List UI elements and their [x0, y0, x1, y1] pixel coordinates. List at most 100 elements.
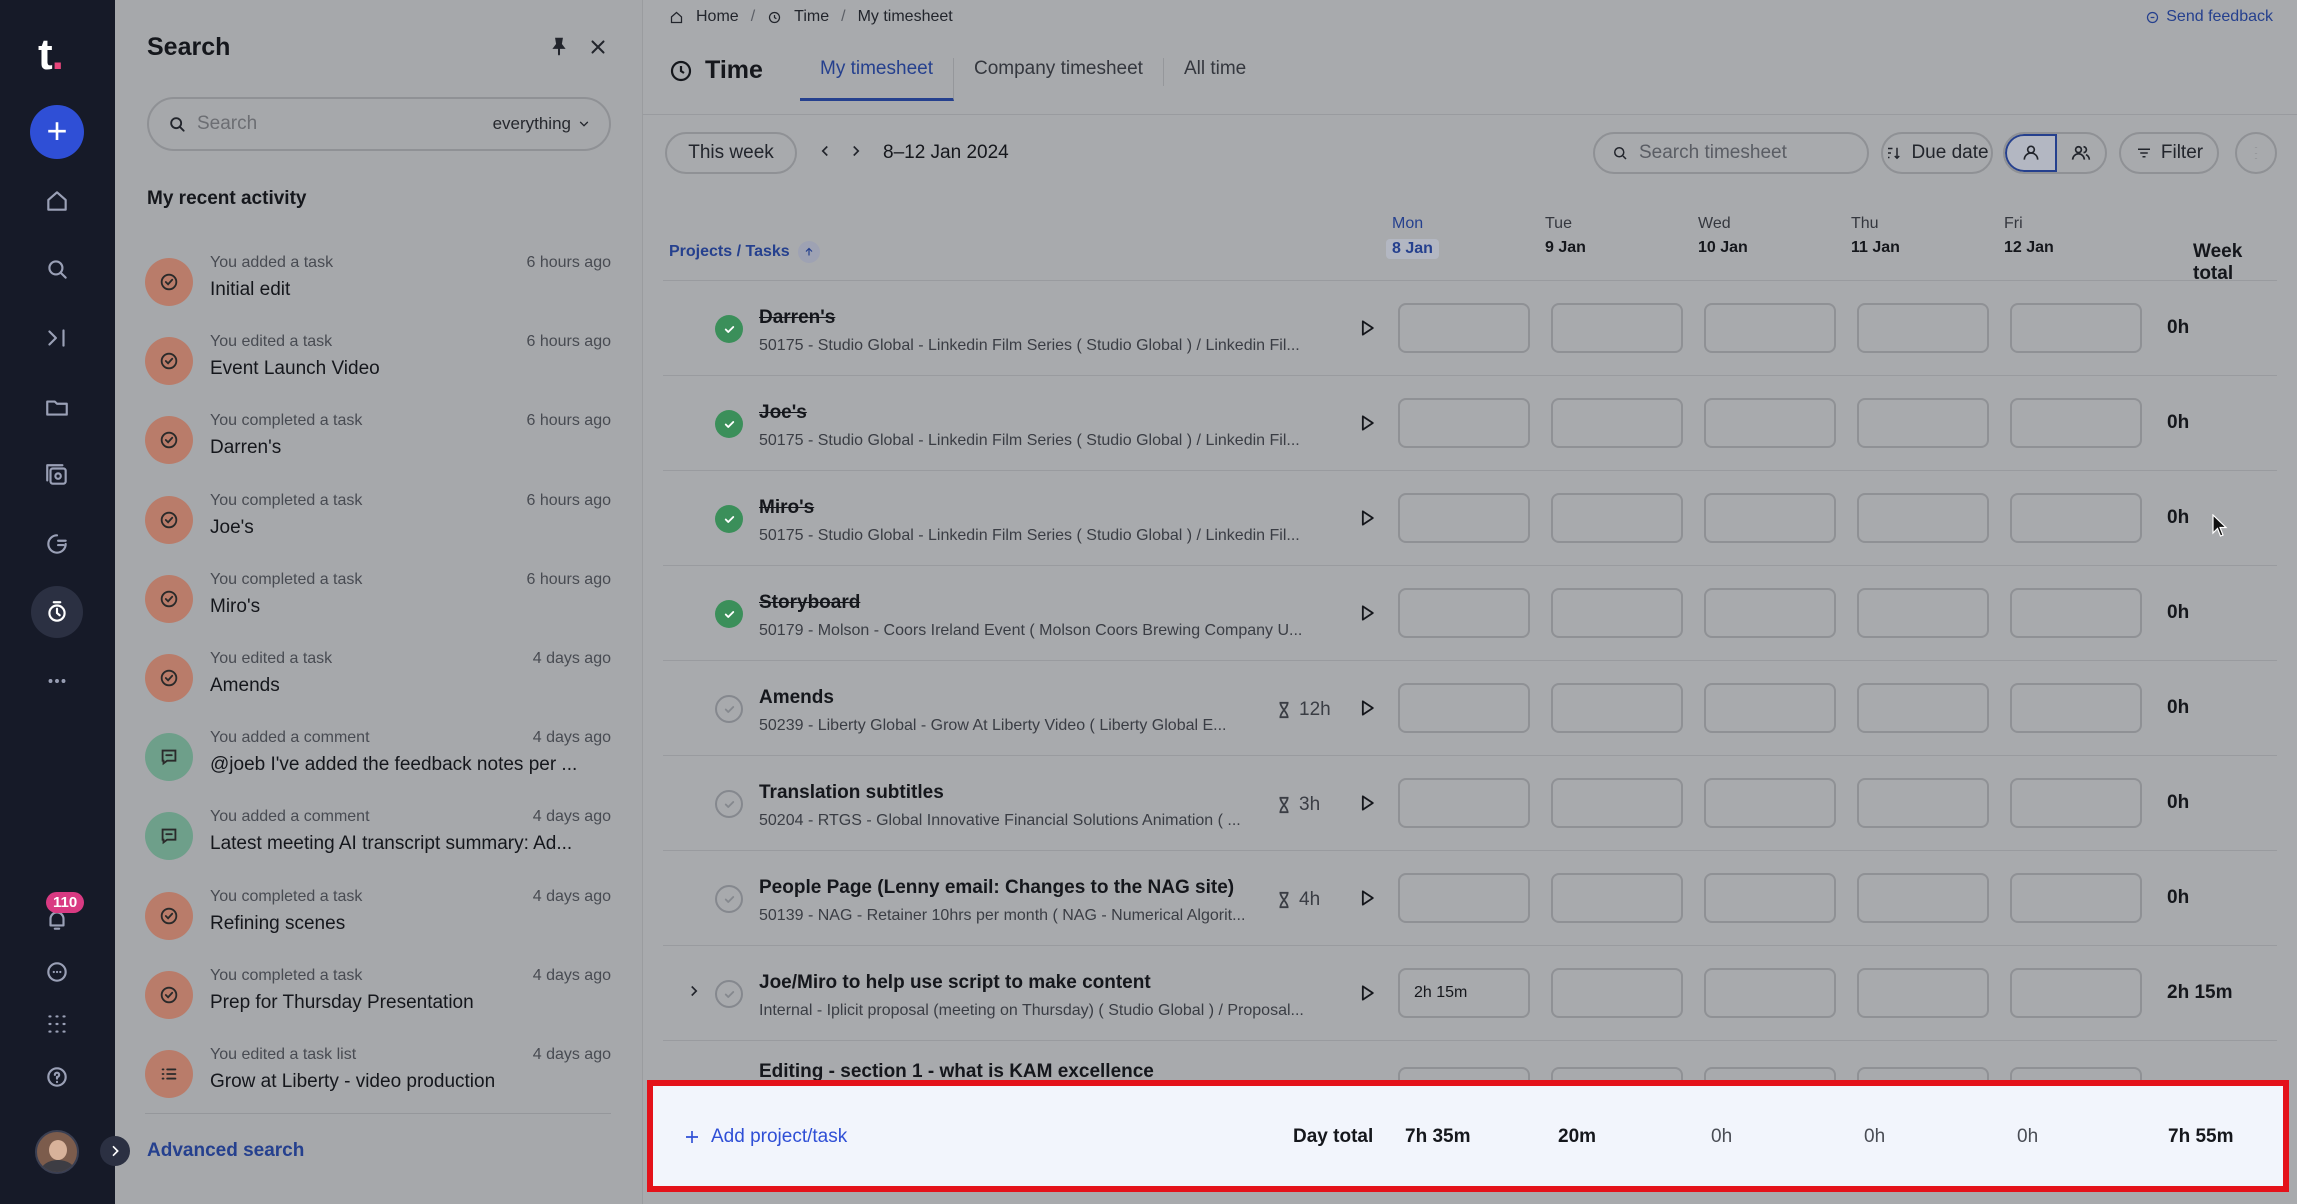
close-icon[interactable]	[587, 36, 609, 58]
time-entry-cell[interactable]	[1857, 398, 1989, 448]
task-name[interactable]: Storyboard	[759, 592, 860, 614]
gallery-icon[interactable]	[31, 449, 83, 501]
time-entry-cell[interactable]	[1398, 493, 1530, 543]
send-feedback-link[interactable]: Send feedback	[2145, 8, 2273, 26]
time-entry-cell[interactable]	[1551, 1067, 1683, 1081]
activity-item[interactable]: You added a comment 4 days ago @joeb I've …	[145, 727, 611, 797]
time-entry-cell[interactable]	[2010, 493, 2142, 543]
time-entry-cell[interactable]	[1551, 873, 1683, 923]
task-complete-checkbox[interactable]	[715, 600, 743, 628]
time-entry-cell[interactable]	[2010, 1067, 2142, 1081]
jump-icon[interactable]	[31, 312, 83, 364]
time-entry-cell[interactable]	[1857, 873, 1989, 923]
tab-my-timesheet[interactable]: My timesheet	[800, 58, 954, 101]
this-week-button[interactable]: This week	[665, 132, 797, 174]
time-entry-cell[interactable]	[1857, 778, 1989, 828]
more-icon[interactable]	[31, 655, 83, 707]
activity-item[interactable]: You added a task 6 hours ago Initial edit	[145, 252, 611, 322]
time-entry-cell[interactable]	[2010, 873, 2142, 923]
time-entry-cell[interactable]	[1857, 968, 1989, 1018]
create-new-button[interactable]: +	[30, 105, 84, 159]
task-name[interactable]: Joe's	[759, 402, 807, 424]
start-timer-button[interactable]	[1357, 318, 1379, 340]
my-view-toggle[interactable]	[2005, 134, 2057, 172]
time-entry-cell[interactable]	[1857, 1067, 1989, 1081]
help-icon[interactable]	[31, 1051, 83, 1103]
time-entry-cell[interactable]	[1551, 588, 1683, 638]
time-entry-cell[interactable]	[1551, 778, 1683, 828]
app-logo[interactable]: t.	[38, 30, 64, 80]
time-entry-cell[interactable]	[1857, 588, 1989, 638]
task-complete-checkbox[interactable]	[715, 980, 743, 1008]
home-icon[interactable]	[31, 175, 83, 227]
projects-tasks-header[interactable]: Projects / Tasks	[669, 241, 820, 263]
time-entry-cell[interactable]	[1398, 683, 1530, 733]
task-name[interactable]: Joe/Miro to help use script to make cont…	[759, 972, 1151, 994]
start-timer-button[interactable]	[1357, 983, 1379, 1005]
time-entry-cell[interactable]	[1551, 493, 1683, 543]
refresh-chat-icon[interactable]	[31, 518, 83, 570]
tab-all-time[interactable]: All time	[1164, 58, 1266, 86]
apps-grid-icon[interactable]	[31, 998, 83, 1050]
activity-item[interactable]: You edited a task 6 hours ago Event Launch…	[145, 331, 611, 401]
search-scope-dropdown[interactable]: everything	[493, 114, 591, 134]
activity-item[interactable]: You completed a task 4 days ago Refining s…	[145, 886, 611, 956]
time-entry-cell[interactable]	[1398, 778, 1530, 828]
time-entry-cell[interactable]	[1857, 493, 1989, 543]
task-complete-checkbox[interactable]	[715, 885, 743, 913]
breadcrumb-time[interactable]: Time	[794, 8, 829, 26]
add-project-task-button[interactable]: Add project/task	[683, 1126, 847, 1148]
filter-button[interactable]: Filter	[2119, 132, 2219, 174]
time-entry-cell[interactable]	[1704, 398, 1836, 448]
task-name[interactable]: Miro's	[759, 497, 814, 519]
breadcrumb-home[interactable]: Home	[696, 8, 739, 26]
activity-item[interactable]: You completed a task 6 hours ago Joe's	[145, 490, 611, 560]
time-entry-cell[interactable]	[1551, 968, 1683, 1018]
search-icon[interactable]	[31, 243, 83, 295]
search-input[interactable]	[197, 113, 493, 135]
time-entry-cell[interactable]	[1551, 683, 1683, 733]
time-entry-cell[interactable]	[1398, 303, 1530, 353]
time-entry-cell[interactable]	[1551, 303, 1683, 353]
time-entry-cell[interactable]	[1398, 873, 1530, 923]
time-entry-cell[interactable]	[1857, 683, 1989, 733]
activity-item[interactable]: You completed a task 6 hours ago Darren's	[145, 410, 611, 480]
sort-due-date-button[interactable]: Due date	[1881, 132, 1993, 174]
time-entry-cell[interactable]	[1551, 398, 1683, 448]
task-name[interactable]: Editing - section 1 - what is KAM excell…	[759, 1061, 1154, 1081]
time-entry-cell[interactable]	[2010, 303, 2142, 353]
time-entry-cell[interactable]	[2010, 968, 2142, 1018]
task-name[interactable]: Amends	[759, 687, 834, 709]
task-complete-checkbox[interactable]	[715, 410, 743, 438]
task-complete-checkbox[interactable]	[715, 695, 743, 723]
time-entry-cell[interactable]	[1398, 1067, 1530, 1081]
time-entry-cell[interactable]	[1704, 778, 1836, 828]
activity-item[interactable]: You added a comment 4 days ago Latest meet…	[145, 806, 611, 876]
expand-row-button[interactable]	[685, 982, 707, 1004]
time-entry-cell[interactable]	[1704, 493, 1836, 543]
time-entry-cell[interactable]	[1857, 303, 1989, 353]
time-entry-cell[interactable]	[1398, 398, 1530, 448]
next-week-button[interactable]	[847, 142, 867, 164]
start-timer-button[interactable]	[1357, 508, 1379, 530]
activity-item[interactable]: You completed a task 6 hours ago Miro's	[145, 569, 611, 639]
more-options-button[interactable]	[2235, 132, 2277, 174]
task-complete-checkbox[interactable]	[715, 790, 743, 818]
start-timer-button[interactable]	[1357, 603, 1379, 625]
time-entry-cell[interactable]	[1704, 873, 1836, 923]
time-entry-cell[interactable]	[1704, 303, 1836, 353]
time-entry-cell[interactable]	[1398, 588, 1530, 638]
time-entry-cell[interactable]	[1704, 588, 1836, 638]
time-entry-cell[interactable]	[1704, 968, 1836, 1018]
task-name[interactable]: Darren's	[759, 307, 835, 329]
pin-icon[interactable]	[548, 36, 570, 58]
time-entry-cell[interactable]	[2010, 778, 2142, 828]
time-entry-cell[interactable]: 2h 15m	[1398, 968, 1530, 1018]
activity-item[interactable]: You edited a task 4 days ago Amends	[145, 648, 611, 718]
activity-item[interactable]: You completed a task 4 days ago Prep for T…	[145, 965, 611, 1035]
folder-icon[interactable]	[31, 381, 83, 433]
expand-panel-button[interactable]	[100, 1136, 130, 1166]
task-complete-checkbox[interactable]	[715, 505, 743, 533]
time-entry-cell[interactable]	[2010, 683, 2142, 733]
advanced-search-link[interactable]: Advanced search	[147, 1140, 304, 1162]
